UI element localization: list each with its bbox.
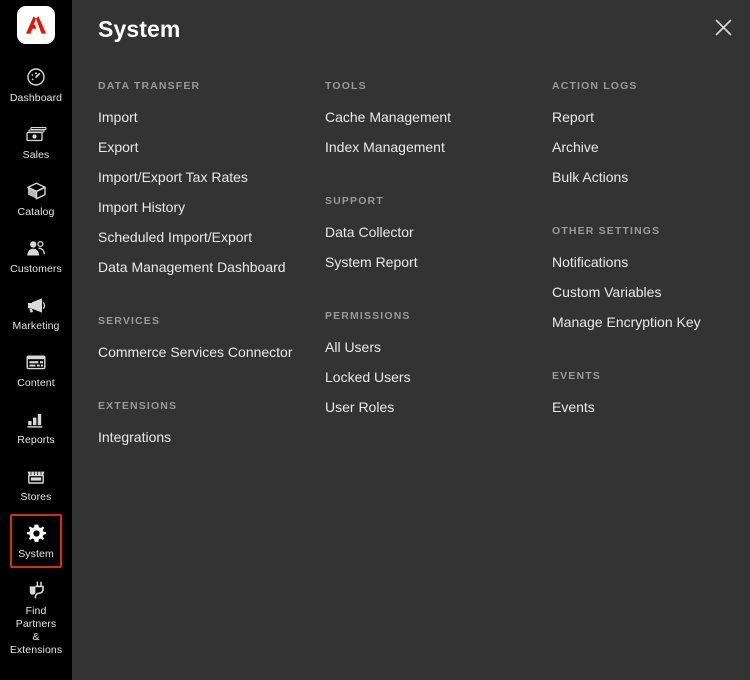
menu-item-import-export-tax-rates[interactable]: Import/Export Tax Rates (98, 169, 325, 185)
menu-item-import-history[interactable]: Import History (98, 199, 325, 215)
menu-item-integrations[interactable]: Integrations (98, 429, 325, 445)
reports-icon (25, 408, 47, 430)
sidebar-item-system[interactable]: System (10, 514, 62, 568)
menu-item-data-management-dashboard[interactable]: Data Management Dashboard (98, 259, 325, 275)
sidebar-item-sales[interactable]: Sales (10, 115, 62, 169)
sidebar-item-label: Marketing (13, 320, 60, 333)
group-title: Support (325, 195, 552, 207)
menu-item-bulk-actions[interactable]: Bulk Actions (552, 169, 750, 185)
close-icon (714, 18, 733, 37)
menu-item-report[interactable]: Report (552, 109, 750, 125)
sidebar-item-find-partners-extensions[interactable]: Find Partners & Extensions (10, 571, 62, 664)
system-panel: System Data Transfer Import Export Impor… (72, 0, 750, 680)
group-title: Other Settings (552, 225, 750, 237)
plug-icon (25, 579, 47, 601)
group-title: Extensions (98, 400, 325, 412)
sidebar-item-label: Sales (23, 149, 50, 162)
stores-icon (25, 465, 47, 487)
sales-icon (25, 123, 47, 145)
menu-item-index-management[interactable]: Index Management (325, 139, 552, 155)
menu-group-events: Events Events (552, 370, 750, 415)
marketing-icon (25, 294, 47, 316)
menu-item-export[interactable]: Export (98, 139, 325, 155)
menu-group-support: Support Data Collector System Report (325, 195, 552, 270)
menu-item-events[interactable]: Events (552, 399, 750, 415)
sidebar-item-dashboard[interactable]: Dashboard (10, 58, 62, 112)
group-title: Data Transfer (98, 80, 325, 92)
menu-group-extensions: Extensions Integrations (98, 400, 325, 445)
menu-columns: Data Transfer Import Export Import/Expor… (72, 58, 750, 445)
sidebar-item-content[interactable]: Content (10, 343, 62, 397)
group-title: Permissions (325, 310, 552, 322)
sidebar-item-label: Customers (10, 263, 62, 276)
menu-item-notifications[interactable]: Notifications (552, 254, 750, 270)
adobe-logo[interactable] (17, 6, 55, 44)
system-menu-screen: Dashboard Sales Catalog (0, 0, 750, 680)
menu-item-custom-variables[interactable]: Custom Variables (552, 284, 750, 300)
sidebar-item-label: Stores (21, 491, 52, 504)
menu-item-cache-management[interactable]: Cache Management (325, 109, 552, 125)
panel-header: System (72, 0, 750, 58)
menu-item-scheduled-import-export[interactable]: Scheduled Import/Export (98, 229, 325, 245)
menu-item-commerce-services-connector[interactable]: Commerce Services Connector (98, 344, 325, 360)
menu-group-tools: Tools Cache Management Index Management (325, 80, 552, 155)
menu-item-data-collector[interactable]: Data Collector (325, 224, 552, 240)
menu-group-other-settings: Other Settings Notifications Custom Vari… (552, 225, 750, 330)
menu-item-manage-encryption-key[interactable]: Manage Encryption Key (552, 314, 750, 330)
menu-column-3: Action Logs Report Archive Bulk Actions … (552, 80, 750, 445)
sidebar-item-catalog[interactable]: Catalog (10, 172, 62, 226)
catalog-icon (26, 180, 47, 202)
group-title: Action Logs (552, 80, 750, 92)
group-title: Events (552, 370, 750, 382)
menu-item-system-report[interactable]: System Report (325, 254, 552, 270)
sidebar-item-customers[interactable]: Customers (10, 229, 62, 283)
menu-item-archive[interactable]: Archive (552, 139, 750, 155)
system-gear-icon (26, 522, 47, 544)
sidebar-item-label: System (18, 548, 54, 561)
menu-group-action-logs: Action Logs Report Archive Bulk Actions (552, 80, 750, 185)
sidebar-item-label: Dashboard (10, 92, 62, 105)
sidebar-item-label: Find Partners & Extensions (10, 605, 62, 657)
menu-group-data-transfer: Data Transfer Import Export Import/Expor… (98, 80, 325, 275)
customers-icon (25, 237, 47, 259)
sidebar-item-label: Content (17, 377, 54, 390)
menu-item-import[interactable]: Import (98, 109, 325, 125)
sidebar-item-reports[interactable]: Reports (10, 400, 62, 454)
primary-sidebar: Dashboard Sales Catalog (0, 0, 72, 680)
menu-group-permissions: Permissions All Users Locked Users User … (325, 310, 552, 415)
sidebar-item-label: Catalog (18, 206, 55, 219)
close-button[interactable] (706, 10, 740, 44)
content-icon (25, 351, 47, 373)
dashboard-icon (26, 66, 46, 88)
menu-item-all-users[interactable]: All Users (325, 339, 552, 355)
sidebar-item-label: Reports (17, 434, 54, 447)
sidebar-item-marketing[interactable]: Marketing (10, 286, 62, 340)
group-title: Tools (325, 80, 552, 92)
page-title: System (98, 16, 180, 43)
menu-column-2: Tools Cache Management Index Management … (325, 80, 552, 445)
menu-item-locked-users[interactable]: Locked Users (325, 369, 552, 385)
group-title: Services (98, 315, 325, 327)
menu-group-services: Services Commerce Services Connector (98, 315, 325, 360)
menu-item-user-roles[interactable]: User Roles (325, 399, 552, 415)
sidebar-item-stores[interactable]: Stores (10, 457, 62, 511)
menu-column-1: Data Transfer Import Export Import/Expor… (98, 80, 325, 445)
